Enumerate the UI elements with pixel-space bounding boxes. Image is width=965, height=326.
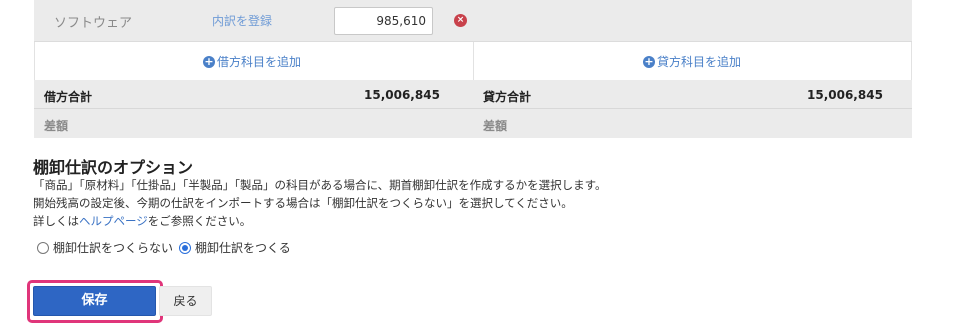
add-account-row: + 借方科目を追加 + 貸方科目を追加	[34, 42, 912, 80]
amount-input[interactable]: 985,610	[334, 7, 433, 35]
add-debit-label: 借方科目を追加	[217, 55, 302, 69]
inventory-radio-group: 棚卸仕訳をつくらない 棚卸仕訳をつくる	[37, 239, 297, 256]
difference-row: 差額 差額	[34, 109, 912, 138]
back-button[interactable]: 戻る	[159, 286, 212, 316]
help-prefix: 詳しくは	[33, 214, 79, 228]
credit-total-value: 15,006,845	[807, 88, 883, 102]
register-breakdown-link[interactable]: 内訳を登録	[212, 12, 272, 29]
help-page-link[interactable]: ヘルプページ	[79, 214, 148, 228]
credit-difference-label: 差額	[483, 119, 508, 133]
save-button[interactable]: 保存	[33, 286, 156, 316]
option-description-2: 開始残高の設定後、今期の仕訳をインポートする場合は「棚卸仕訳をつくらない」を選択…	[33, 196, 573, 210]
radio-no-inventory-label[interactable]: 棚卸仕訳をつくらない	[53, 239, 173, 256]
section-title: 棚卸仕訳のオプション	[33, 158, 194, 177]
totals-row: 借方合計 15,006,845 貸方合計 15,006,845	[34, 80, 912, 109]
account-label: ソフトウェア	[54, 16, 133, 31]
debit-difference-label: 差額	[44, 119, 69, 133]
add-debit-account-button[interactable]: + 借方科目を追加	[203, 53, 301, 70]
radio-create-inventory[interactable]	[179, 241, 192, 254]
software-row: ソフトウェア 内訳を登録 985,610 ×	[34, 0, 912, 42]
plus-circle-icon: +	[643, 54, 655, 68]
radio-create-inventory-label[interactable]: 棚卸仕訳をつくる	[195, 239, 291, 256]
credit-total-label: 貸方合計	[483, 90, 532, 104]
column-divider	[473, 42, 474, 80]
journal-table: ソフトウェア 内訳を登録 985,610 × + 借方科目を追加 + 貸方科目を…	[34, 0, 912, 138]
debit-total-value: 15,006,845	[364, 88, 440, 102]
debit-total-label: 借方合計	[44, 90, 93, 104]
add-credit-label: 貸方科目を追加	[657, 55, 742, 69]
help-suffix: をご参照ください。	[147, 214, 252, 228]
x-circle-icon[interactable]: ×	[454, 14, 467, 27]
option-description-3: 詳しくはヘルプページをご参照ください。	[33, 213, 251, 229]
option-description-1: 「商品」「原材料」「仕掛品」「半製品」「製品」の科目がある場合に、期首棚卸仕訳を…	[33, 178, 607, 192]
add-credit-account-button[interactable]: + 貸方科目を追加	[643, 53, 741, 70]
radio-no-inventory[interactable]	[37, 241, 49, 254]
plus-circle-icon: +	[203, 54, 215, 68]
